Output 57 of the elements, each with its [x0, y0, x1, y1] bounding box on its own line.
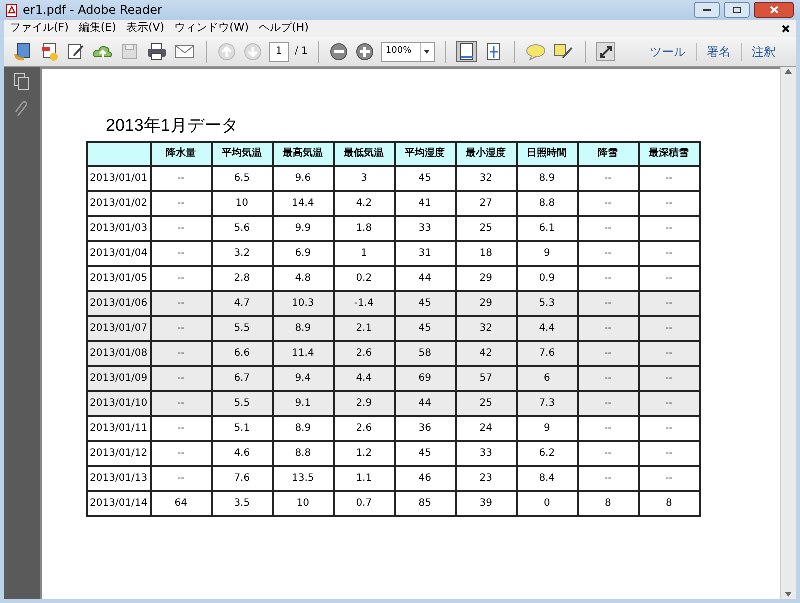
table-cell: 2013/01/07 [87, 316, 151, 340]
pages-icon[interactable] [14, 73, 30, 91]
close-icon [770, 6, 778, 14]
maximize-button[interactable] [724, 2, 750, 18]
column-header: 降水量 [150, 142, 212, 166]
highlight-text-icon[interactable] [552, 42, 575, 62]
table-cell: 2013/01/13 [87, 466, 151, 490]
column-header: 最小湿度 [456, 142, 517, 166]
zoom-in-icon[interactable] [354, 42, 375, 62]
table-cell: 2013/01/03 [87, 216, 151, 240]
scrollbar[interactable] [780, 67, 796, 599]
table-cell: 2013/01/10 [87, 390, 151, 416]
menu-item[interactable]: 表示(V) [126, 20, 165, 37]
column-header: 平均気温 [212, 142, 273, 166]
page-total: / 1 [295, 45, 308, 59]
fit-page-icon[interactable] [456, 40, 478, 62]
close-icon[interactable] [782, 24, 790, 32]
close-button[interactable] [754, 2, 794, 18]
print-icon[interactable] [146, 42, 168, 62]
scroll-up-icon[interactable] [785, 69, 792, 74]
expand-icon[interactable] [596, 42, 616, 62]
scroll-down-icon[interactable] [785, 592, 792, 597]
column-header: 最高気温 [272, 142, 334, 166]
column-header: 平均湿度 [394, 142, 456, 166]
table-cell: 2013/01/05 [87, 266, 151, 290]
table-cell: 2013/01/01 [87, 166, 151, 190]
column-header: 最深積雪 [638, 142, 700, 166]
menu-item[interactable]: ヘルプ(H) [259, 20, 309, 37]
panel-tab[interactable]: ツール [640, 42, 696, 60]
zoom-out-icon[interactable] [328, 42, 349, 62]
window-title: er1.pdf - Adobe Reader [23, 2, 162, 19]
document-title: 2013年1月データ [105, 115, 240, 137]
page-number-field[interactable]: 1 [269, 42, 289, 62]
table-cell: 2013/01/04 [87, 240, 151, 266]
minimize-button[interactable] [694, 2, 720, 18]
panel-tab[interactable]: 署名 [696, 42, 741, 60]
panel-tab[interactable]: 注釈 [741, 42, 786, 60]
table-cell: 2013/01/14 [87, 490, 151, 516]
table-cell: 2013/01/06 [87, 290, 151, 316]
column-header: 日照時間 [516, 142, 578, 166]
column-header: 最低気温 [334, 142, 395, 166]
table-cell: 2013/01/02 [87, 190, 151, 216]
caret-icon [424, 50, 430, 54]
document-icon[interactable] [40, 42, 60, 62]
pdf-file-icon [6, 4, 19, 16]
table-cell: 2013/01/08 [87, 340, 151, 366]
table-cell: 2013/01/12 [87, 440, 151, 466]
table-cell: 2013/01/09 [87, 366, 151, 390]
zoom-dropdown[interactable]: 100% [380, 42, 435, 62]
comment-icon[interactable] [524, 42, 547, 62]
edit-icon[interactable] [66, 42, 86, 62]
menu-item[interactable]: 編集(E) [78, 20, 116, 37]
menu-item[interactable]: ファイル(F) [10, 20, 69, 37]
column-header: 降雪 [578, 142, 639, 166]
menu-item[interactable]: ウィンドウ(W) [174, 20, 250, 37]
table-cell: 2013/01/11 [87, 416, 151, 440]
paperclip-icon[interactable] [14, 101, 30, 119]
